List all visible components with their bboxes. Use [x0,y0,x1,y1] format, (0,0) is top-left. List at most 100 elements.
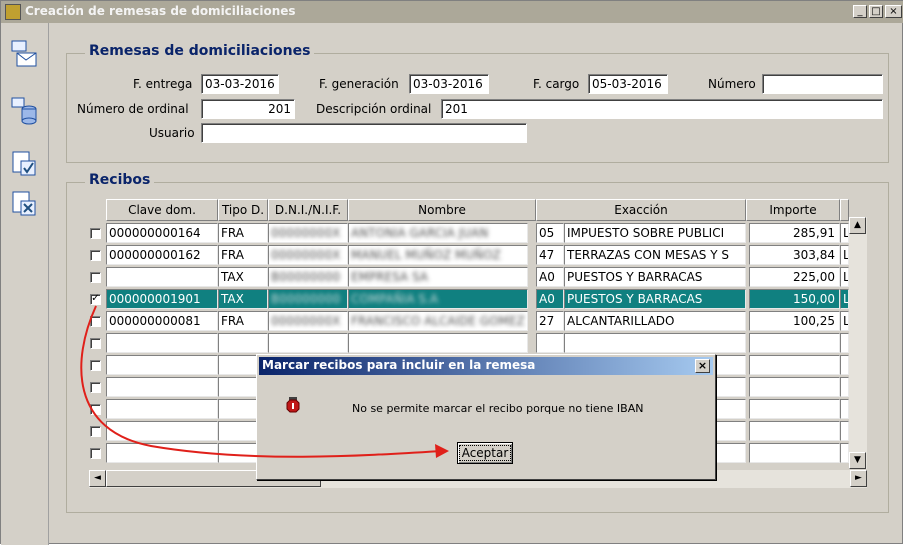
dialog-close-button[interactable]: × [695,359,710,373]
cell-nombre[interactable]: FRANCISCO ALCAIDE GOMEZ [348,311,528,331]
desc-ordinal-field[interactable]: 201 [441,99,883,119]
cell-extra[interactable] [840,355,849,375]
cell-importe[interactable] [749,333,840,353]
cell-dni[interactable]: B00000000 [268,267,348,287]
send-envelope-button[interactable] [7,37,41,71]
cell-extra[interactable] [840,333,849,353]
cell-clave[interactable]: 000000000162 [106,245,218,265]
cell-importe[interactable]: 225,00 [749,267,840,287]
maximize-button[interactable]: □ [869,5,883,18]
cell-extra[interactable]: Liq: [840,289,849,309]
cell-clave[interactable] [106,399,218,419]
cell-exaccion[interactable]: TERRAZAS CON MESAS Y S [564,245,746,265]
cell-importe[interactable] [749,377,840,397]
cell-exaccion-code[interactable]: 05 [536,223,564,243]
cell-nombre[interactable]: ANTONIA GARCIA JUAN [348,223,528,243]
cell-clave[interactable] [106,443,218,463]
row-checkbox[interactable] [90,360,101,371]
cell-exaccion-code[interactable] [536,333,564,353]
cancel-button[interactable] [7,187,41,221]
f-cargo-field[interactable]: 05-03-2016 [588,74,668,94]
cell-importe[interactable]: 150,00 [749,289,840,309]
row-checkbox[interactable]: ✓ [90,294,101,305]
cell-extra[interactable] [840,421,849,441]
numero-field[interactable] [762,74,883,94]
cell-extra[interactable] [840,399,849,419]
cell-extra[interactable]: Liq: [840,311,849,331]
row-checkbox[interactable] [90,272,101,283]
cell-exaccion[interactable] [564,333,746,353]
database-button[interactable] [7,93,41,127]
cell-importe[interactable] [749,399,840,419]
cell-importe[interactable] [749,355,840,375]
scroll-down-button[interactable]: ▼ [849,452,866,469]
ok-button[interactable]: Aceptar [457,442,513,464]
cell-extra[interactable] [840,377,849,397]
column-header-importe[interactable]: Importe [746,199,840,221]
cell-exaccion[interactable]: PUESTOS Y BARRACAS [564,289,746,309]
cell-importe[interactable]: 100,25 [749,311,840,331]
cell-exaccion[interactable]: IMPUESTO SOBRE PUBLICI [564,223,746,243]
cell-importe[interactable] [749,421,840,441]
cell-clave[interactable] [106,355,218,375]
cell-importe[interactable]: 303,84 [749,245,840,265]
cell-extra[interactable]: Liq: [840,245,849,265]
cell-exaccion-code[interactable]: A0 [536,267,564,287]
close-button[interactable]: × [885,5,902,18]
row-checkbox[interactable] [90,382,101,393]
cell-exaccion[interactable]: ALCANTARILLADO [564,311,746,331]
cell-dni[interactable] [268,333,348,353]
cell-clave[interactable]: 000000000164 [106,223,218,243]
row-checkbox[interactable] [90,404,101,415]
cell-tipo[interactable]: TAX [218,289,268,309]
cell-dni[interactable]: 00000000X [268,311,348,331]
cell-dni[interactable]: B00000000 [268,289,348,309]
minimize-button[interactable]: _ [853,5,867,18]
scroll-right-button[interactable]: ► [850,470,867,487]
cell-extra[interactable] [840,443,849,463]
scroll-up-button[interactable]: ▲ [849,217,866,234]
cell-extra[interactable]: Liq: [840,223,849,243]
column-header-exaccion[interactable]: Exacción [536,199,746,221]
cell-tipo[interactable] [218,333,268,353]
column-header-dni[interactable]: D.N.I./N.I.F. [268,199,348,221]
cell-clave[interactable]: 000000001901 [106,289,218,309]
cell-importe[interactable] [749,443,840,463]
cell-clave[interactable] [106,377,218,397]
row-checkbox[interactable] [90,426,101,437]
cell-clave[interactable] [106,333,218,353]
cell-exaccion[interactable]: PUESTOS Y BARRACAS [564,267,746,287]
cell-dni[interactable]: 00000000X [268,223,348,243]
cell-nombre[interactable]: COMPAÑIA S.A [348,289,528,309]
num-ordinal-field[interactable]: 201 [201,99,295,119]
cell-clave[interactable] [106,267,218,287]
row-checkbox[interactable] [90,338,101,349]
cell-tipo[interactable]: FRA [218,311,268,331]
cell-tipo[interactable]: FRA [218,245,268,265]
cell-exaccion-code[interactable]: 47 [536,245,564,265]
cell-importe[interactable]: 285,91 [749,223,840,243]
f-generacion-field[interactable]: 03-03-2016 [409,74,489,94]
row-checkbox[interactable] [90,228,101,239]
f-entrega-field[interactable]: 03-03-2016 [201,74,279,94]
validate-button[interactable] [7,147,41,181]
column-header-tipo[interactable]: Tipo D. [218,199,268,221]
cell-clave[interactable] [106,421,218,441]
cell-tipo[interactable]: TAX [218,267,268,287]
cell-nombre[interactable]: MANUEL MUÑOZ MUÑOZ [348,245,528,265]
cell-nombre[interactable]: EMPRESA SA [348,267,528,287]
cell-exaccion-code[interactable]: A0 [536,289,564,309]
cell-dni[interactable]: 00000000X [268,245,348,265]
column-header-extra[interactable] [840,199,849,221]
vertical-scrollbar[interactable]: ▲ ▼ [849,217,867,469]
column-header-nombre[interactable]: Nombre [348,199,536,221]
row-checkbox[interactable] [90,250,101,261]
cell-clave[interactable]: 000000000081 [106,311,218,331]
row-checkbox[interactable] [90,316,101,327]
column-header-clave[interactable]: Clave dom. [106,199,218,221]
cell-extra[interactable]: Liq: [840,267,849,287]
cell-tipo[interactable]: FRA [218,223,268,243]
usuario-field[interactable] [201,123,527,143]
row-checkbox[interactable] [90,448,101,459]
scroll-left-button[interactable]: ◄ [89,470,106,487]
